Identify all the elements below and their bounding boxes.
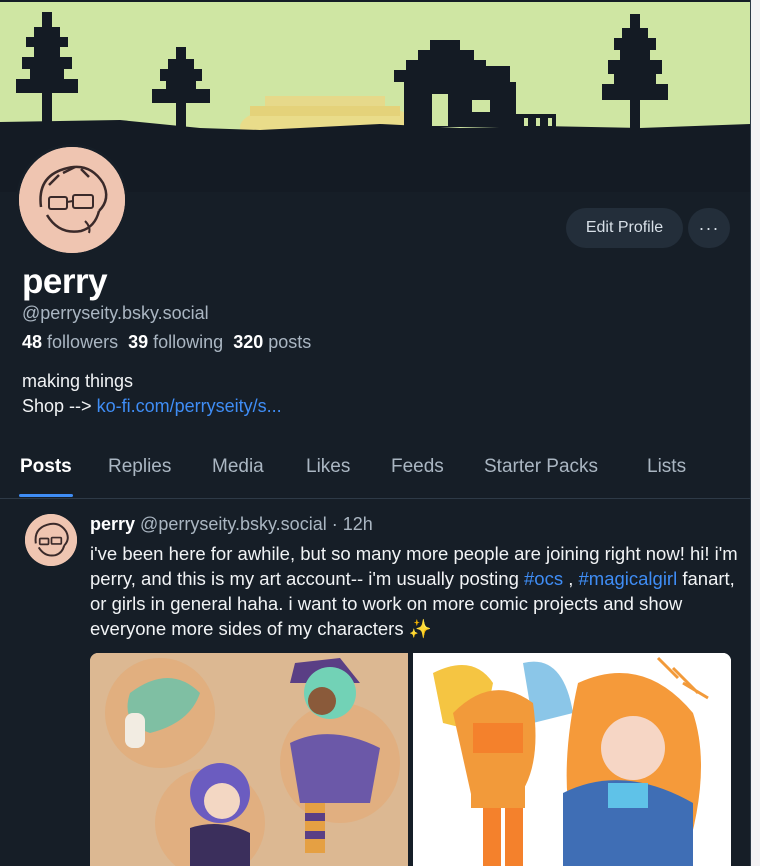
bio-shop-line: Shop --> ko-fi.com/perryseity/s... bbox=[22, 394, 282, 419]
post-image-1[interactable] bbox=[90, 653, 408, 866]
profile-avatar[interactable] bbox=[16, 144, 128, 256]
window-outside-area bbox=[751, 0, 760, 866]
post-author-avatar[interactable] bbox=[24, 513, 78, 567]
post-image-2-artwork bbox=[413, 653, 731, 866]
post-header: perry @perryseity.bsky.social · 12h bbox=[90, 514, 373, 535]
following-link[interactable]: 39 following bbox=[128, 332, 223, 352]
active-tab-indicator bbox=[19, 494, 73, 497]
post-avatar-portrait bbox=[25, 514, 77, 566]
tab-media[interactable]: Media bbox=[212, 456, 264, 478]
bio-shop-link[interactable]: ko-fi.com/perryseity/s... bbox=[97, 396, 282, 416]
posts-label: posts bbox=[268, 332, 312, 352]
edit-profile-button[interactable]: Edit Profile bbox=[566, 208, 683, 248]
followers-link[interactable]: 48 followers bbox=[22, 332, 118, 352]
tab-starter-packs[interactable]: Starter Packs bbox=[484, 456, 598, 478]
post-author-name[interactable]: perry bbox=[90, 514, 135, 534]
hashtag-link[interactable]: #magicalgirl bbox=[579, 568, 678, 589]
post-image-1-artwork bbox=[90, 653, 408, 866]
post-text-part: , bbox=[568, 568, 574, 589]
profile-page: Edit Profile ··· perry @perryseity.bsky.… bbox=[0, 0, 751, 866]
profile-bio: making things Shop --> ko-fi.com/perryse… bbox=[22, 369, 282, 419]
hashtag-link[interactable]: #ocs bbox=[524, 568, 563, 589]
bio-shop-prefix: Shop --> bbox=[22, 396, 92, 416]
tab-likes[interactable]: Likes bbox=[306, 456, 350, 478]
tab-posts[interactable]: Posts bbox=[20, 456, 72, 478]
profile-tabs: Posts Replies Media Likes Feeds Starter … bbox=[0, 448, 750, 499]
tab-lists[interactable]: Lists bbox=[647, 456, 686, 478]
followers-label: followers bbox=[47, 332, 119, 352]
profile-handle: @perryseity.bsky.social bbox=[22, 303, 209, 323]
sparkles-emoji: ✨ bbox=[408, 618, 432, 639]
more-options-icon: ··· bbox=[698, 217, 720, 238]
followers-count: 48 bbox=[22, 332, 43, 352]
avatar-portrait bbox=[19, 147, 125, 253]
posts-count: 320 bbox=[233, 332, 264, 352]
tab-replies[interactable]: Replies bbox=[108, 456, 171, 478]
post-timestamp[interactable]: 12h bbox=[343, 514, 373, 534]
profile-display-name: perry bbox=[22, 262, 108, 301]
following-label: following bbox=[153, 332, 224, 352]
post-author-handle[interactable]: @perryseity.bsky.social bbox=[140, 514, 327, 534]
more-options-button[interactable]: ··· bbox=[688, 208, 730, 248]
post-separator: · bbox=[331, 514, 338, 534]
following-count: 39 bbox=[128, 332, 149, 352]
profile-stats: 48 followers 39 following 320 posts bbox=[22, 332, 311, 353]
tab-feeds[interactable]: Feeds bbox=[391, 456, 444, 478]
post-image-2[interactable] bbox=[413, 653, 731, 866]
post-body: i've been here for awhile, but so many m… bbox=[90, 541, 740, 641]
bio-line: making things bbox=[22, 371, 134, 391]
